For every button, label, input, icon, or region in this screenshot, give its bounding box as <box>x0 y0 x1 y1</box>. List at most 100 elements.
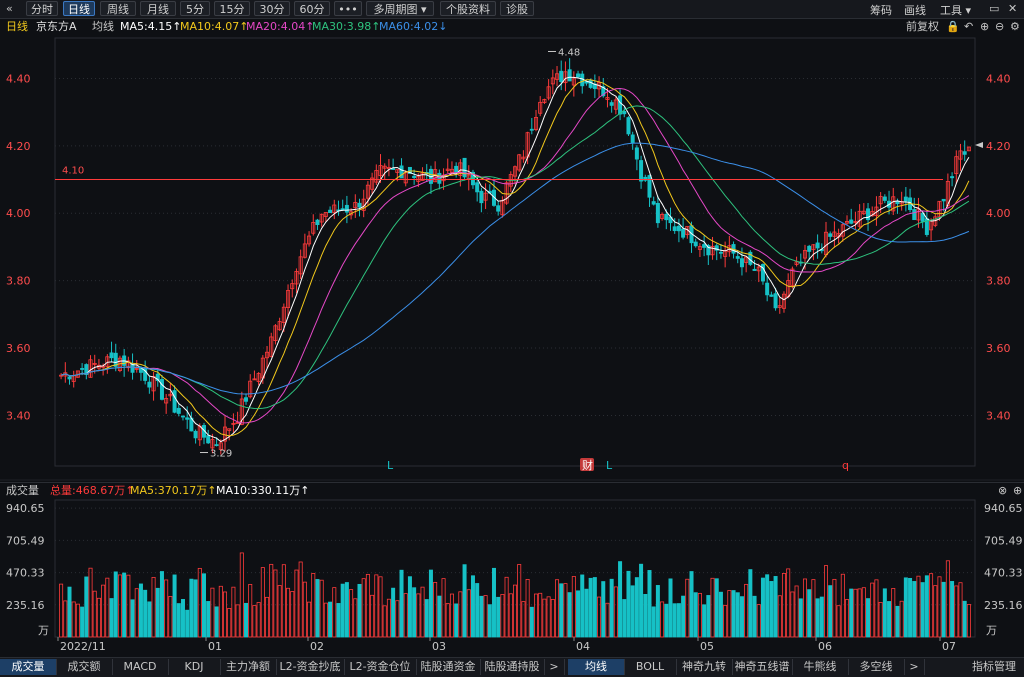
x-tick-label: 05 <box>700 640 714 653</box>
ma20-line <box>60 87 970 424</box>
volume-bar <box>790 591 795 638</box>
candle-body <box>630 134 635 144</box>
indicator-tab-14[interactable]: 牛熊线 <box>792 659 849 675</box>
volume-bar <box>702 604 707 638</box>
volume-bar <box>685 578 690 638</box>
candle-body <box>651 201 656 205</box>
indicator-tab-6[interactable]: L2-资金仓位 <box>344 659 417 675</box>
volume-bar <box>424 599 429 638</box>
indicator-tab-12[interactable]: 神奇九转 <box>676 659 733 675</box>
x-tick-label: 03 <box>432 640 446 653</box>
volume-bar <box>870 582 875 638</box>
candle-body <box>130 363 135 373</box>
volume-bar <box>895 605 900 638</box>
indicator-tab-8[interactable]: 陆股通持股 <box>480 659 545 675</box>
candle-body <box>172 390 177 413</box>
volume-bar <box>954 585 959 638</box>
candle-body <box>773 293 778 309</box>
indicator-tab-0[interactable]: 成交量 <box>0 659 57 675</box>
candle-body <box>672 226 677 232</box>
volume-bar <box>155 587 160 638</box>
price-tick-left: 3.40 <box>6 409 31 422</box>
volume-bar <box>916 575 921 638</box>
event-marker: q <box>842 459 849 472</box>
volume-bar <box>802 578 807 638</box>
price-tick-right: 3.60 <box>986 342 1011 355</box>
volume-bar <box>672 603 677 638</box>
volume-bar <box>302 581 307 638</box>
volume-bar <box>597 596 602 638</box>
volume-bar <box>878 602 883 638</box>
indicator-tab-5[interactable]: L2-资金抄底 <box>276 659 345 675</box>
close-panel-icon[interactable]: ⊗ <box>998 483 1007 499</box>
indicator-tab-15[interactable]: 多空线 <box>848 659 905 675</box>
indicator-tab-2[interactable]: MACD <box>112 659 169 675</box>
price-tick-left: 4.00 <box>6 207 31 220</box>
volume-bar <box>811 579 816 638</box>
indicator-tab-11[interactable]: BOLL <box>624 659 677 675</box>
volume-bar <box>420 586 425 638</box>
indicator-tab-3[interactable]: KDJ <box>168 659 221 675</box>
volume-total: 总量:468.67万↑ <box>50 484 135 497</box>
candle-body <box>664 213 669 221</box>
indicator-tab-4[interactable]: 主力净额 <box>220 659 277 675</box>
volume-bar <box>807 589 812 638</box>
volume-bar <box>109 598 114 638</box>
candle-body <box>693 241 698 247</box>
candle-body <box>185 417 190 420</box>
volume-bar <box>496 596 501 638</box>
volume-ma10: MA10:330.11万↑ <box>216 484 310 497</box>
indicator-tab-9[interactable]: > <box>544 659 565 675</box>
indicator-tab-17[interactable]: 指标管理 <box>964 659 1024 675</box>
volume-bar <box>853 588 858 638</box>
volume-bar <box>344 582 349 638</box>
indicator-tab-1[interactable]: 成交额 <box>56 659 113 675</box>
volume-bar <box>340 583 345 638</box>
volume-bar <box>676 603 681 638</box>
volume-bar <box>714 578 719 638</box>
volume-bar <box>786 568 791 638</box>
indicator-tab-16[interactable]: > <box>904 659 925 675</box>
volume-bar <box>555 579 560 638</box>
volume-bar <box>378 576 383 638</box>
volume-bar <box>441 578 446 638</box>
volume-bar <box>630 585 635 638</box>
candle-body <box>180 415 185 418</box>
candle-body <box>618 95 623 115</box>
kline-chart[interactable]: 3.40 3.40 3.60 3.60 3.80 3.80 4.00 4.00 4.20 4.20… <box>0 0 1024 676</box>
candle-body <box>639 160 644 182</box>
volume-bar <box>613 586 618 638</box>
volume-bar <box>487 604 492 638</box>
x-tick-label: 06 <box>818 640 832 653</box>
candle-body <box>475 182 480 193</box>
volume-bar <box>798 598 803 638</box>
candle-body <box>807 245 812 252</box>
volume-bar <box>328 601 333 638</box>
candle-body <box>67 376 72 380</box>
volume-bar <box>521 601 526 638</box>
candle-body <box>735 256 740 259</box>
volume-bar <box>403 593 408 638</box>
volume-bar <box>504 576 509 638</box>
volume-tick-left: 705.49 <box>6 534 45 547</box>
candle-body <box>622 110 627 115</box>
volume-bar <box>601 581 606 638</box>
indicator-tab-13[interactable]: 神奇五线谱 <box>732 659 793 675</box>
add-panel-icon[interactable]: ⊕ <box>1013 483 1022 499</box>
event-marker: 财 <box>582 458 593 472</box>
volume-bar <box>130 599 135 638</box>
candle-body <box>655 202 660 224</box>
volume-bar <box>660 601 665 638</box>
volume-bar <box>525 579 530 638</box>
volume-bar <box>122 572 127 638</box>
event-marker: L <box>606 459 613 472</box>
candle-body <box>912 209 917 221</box>
volume-bar <box>67 586 72 638</box>
volume-bar <box>466 589 471 638</box>
volume-bar <box>458 591 463 638</box>
candle-body <box>559 70 564 83</box>
indicator-tab-7[interactable]: 陆股通资金 <box>416 659 481 675</box>
volume-bar <box>777 595 782 638</box>
candle-body <box>815 242 820 249</box>
indicator-tab-10[interactable]: 均线 <box>568 659 625 675</box>
